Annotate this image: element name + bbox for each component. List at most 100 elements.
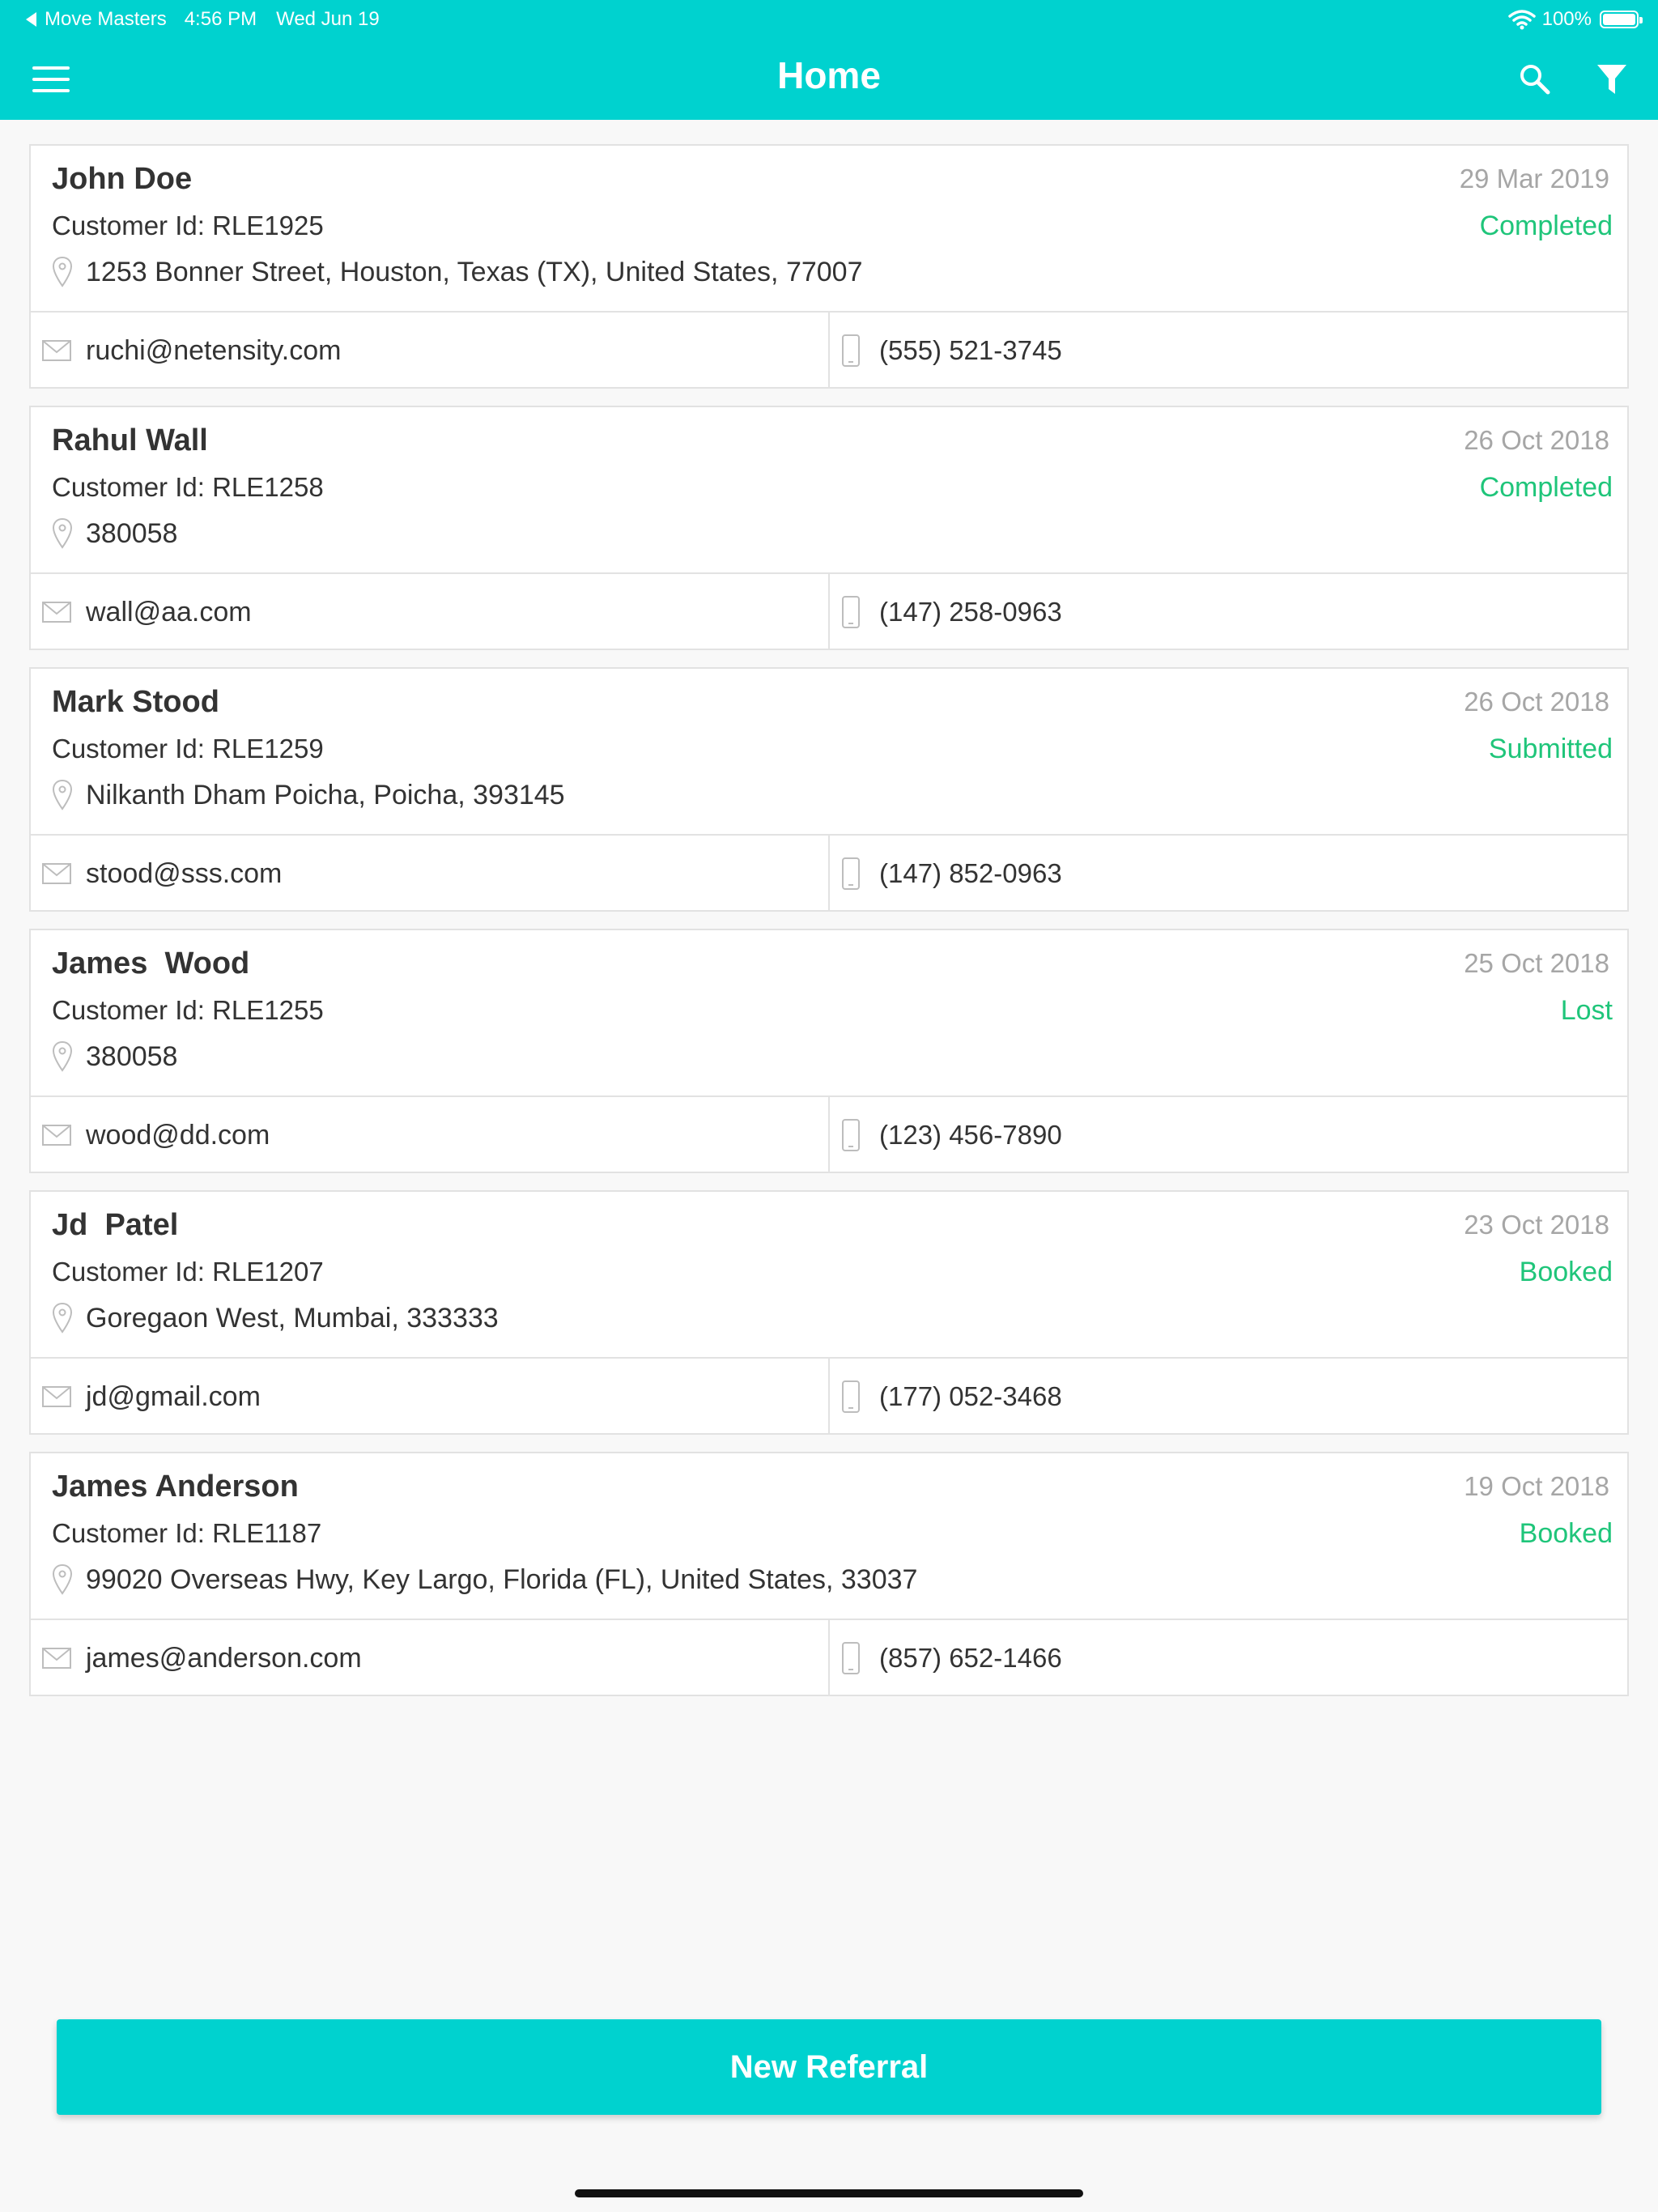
email-text[interactable]: stood@sss.com: [86, 858, 282, 890]
nav-bar: Home: [0, 39, 1658, 120]
status-label: Booked: [1519, 1257, 1613, 1287]
customer-phone[interactable]: (147) 852-0963: [842, 836, 1062, 912]
phone-text[interactable]: (555) 521-3745: [879, 335, 1062, 366]
back-arrow-icon[interactable]: [26, 12, 36, 27]
customer-phone[interactable]: (123) 456-7890: [842, 1097, 1062, 1173]
email-text[interactable]: wood@dd.com: [86, 1120, 270, 1151]
customer-card[interactable]: John Doe 29 Mar 2019 Customer Id: RLE192…: [29, 144, 1629, 389]
address-text: Nilkanth Dham Poicha, Poicha, 393145: [86, 779, 565, 810]
referral-date: 26 Oct 2018: [1464, 687, 1609, 717]
filter-icon[interactable]: [1595, 62, 1629, 97]
customer-id: Customer Id: RLE1925: [52, 211, 324, 240]
customer-email[interactable]: ruchi@netensity.com: [42, 313, 341, 389]
email-text[interactable]: wall@aa.com: [86, 597, 252, 628]
mail-icon: [42, 1386, 71, 1407]
customer-address: Goregaon West, Mumbai, 333333: [52, 1302, 499, 1334]
contact-divider: [828, 1620, 830, 1696]
phone-icon: [842, 1380, 860, 1413]
customer-email[interactable]: james@anderson.com: [42, 1620, 362, 1696]
status-time: 4:56 PM: [184, 8, 257, 30]
status-bar: Move Masters 4:56 PM Wed Jun 19 100%: [0, 0, 1658, 39]
customer-address: Nilkanth Dham Poicha, Poicha, 393145: [52, 779, 565, 811]
phone-icon: [842, 334, 860, 367]
phone-text[interactable]: (857) 652-1466: [879, 1643, 1062, 1674]
card-details: Mark Stood 26 Oct 2018 Customer Id: RLE1…: [31, 669, 1627, 836]
phone-icon: [842, 1642, 860, 1674]
customer-email[interactable]: wood@dd.com: [42, 1097, 270, 1173]
card-contact: ruchi@netensity.com (555) 521-3745: [31, 313, 1627, 389]
customer-id: Customer Id: RLE1259: [52, 734, 324, 764]
status-date: Wed Jun 19: [276, 8, 380, 30]
status-label: Completed: [1479, 472, 1613, 503]
customer-card[interactable]: James Anderson 19 Oct 2018 Customer Id: …: [29, 1452, 1629, 1696]
customer-card[interactable]: Jd Patel 23 Oct 2018 Customer Id: RLE120…: [29, 1190, 1629, 1435]
card-contact: wall@aa.com (147) 258-0963: [31, 574, 1627, 650]
contact-divider: [828, 1097, 830, 1173]
referral-date: 29 Mar 2019: [1459, 164, 1609, 194]
address-text: 99020 Overseas Hwy, Key Largo, Florida (…: [86, 1563, 918, 1595]
address-text: 380058: [86, 517, 178, 549]
customer-address: 380058: [52, 1040, 177, 1073]
email-text[interactable]: jd@gmail.com: [86, 1381, 261, 1413]
customer-address: 99020 Overseas Hwy, Key Largo, Florida (…: [52, 1563, 917, 1596]
search-icon[interactable]: [1517, 62, 1553, 97]
customer-email[interactable]: stood@sss.com: [42, 836, 282, 912]
address-text: 1253 Bonner Street, Houston, Texas (TX),…: [86, 256, 863, 287]
back-app-label[interactable]: Move Masters: [45, 0, 167, 39]
location-pin-icon: [52, 256, 73, 287]
location-pin-icon: [52, 517, 73, 549]
customer-phone[interactable]: (555) 521-3745: [842, 313, 1062, 389]
customer-name: James Wood: [52, 946, 250, 981]
mail-icon: [42, 602, 71, 623]
phone-text[interactable]: (147) 258-0963: [879, 597, 1062, 627]
customer-id: Customer Id: RLE1255: [52, 995, 324, 1025]
phone-text[interactable]: (123) 456-7890: [879, 1120, 1062, 1151]
contact-divider: [828, 574, 830, 650]
customer-card[interactable]: Mark Stood 26 Oct 2018 Customer Id: RLE1…: [29, 667, 1629, 912]
address-text: 380058: [86, 1040, 178, 1072]
mail-icon: [42, 1648, 71, 1669]
customer-phone[interactable]: (857) 652-1466: [842, 1620, 1062, 1696]
card-details: Rahul Wall 26 Oct 2018 Customer Id: RLE1…: [31, 407, 1627, 574]
contact-divider: [828, 313, 830, 389]
phone-text[interactable]: (177) 052-3468: [879, 1381, 1062, 1412]
email-text[interactable]: james@anderson.com: [86, 1643, 362, 1674]
customer-email[interactable]: wall@aa.com: [42, 574, 252, 650]
customer-name: Rahul Wall: [52, 423, 208, 457]
customer-phone[interactable]: (177) 052-3468: [842, 1359, 1062, 1435]
contact-divider: [828, 1359, 830, 1435]
customer-email[interactable]: jd@gmail.com: [42, 1359, 261, 1435]
card-details: John Doe 29 Mar 2019 Customer Id: RLE192…: [31, 146, 1627, 313]
card-contact: stood@sss.com (147) 852-0963: [31, 836, 1627, 912]
customer-id: Customer Id: RLE1258: [52, 472, 324, 502]
customer-name: John Doe: [52, 162, 193, 196]
email-text[interactable]: ruchi@netensity.com: [86, 335, 341, 367]
card-details: James Anderson 19 Oct 2018 Customer Id: …: [31, 1453, 1627, 1620]
status-bar-left: Move Masters 4:56 PM Wed Jun 19: [26, 0, 380, 39]
customer-card[interactable]: Rahul Wall 26 Oct 2018 Customer Id: RLE1…: [29, 406, 1629, 650]
wifi-icon: [1507, 10, 1536, 30]
status-label: Completed: [1479, 211, 1613, 241]
location-pin-icon: [52, 1040, 73, 1072]
phone-text[interactable]: (147) 852-0963: [879, 858, 1062, 889]
mail-icon: [42, 863, 71, 884]
customer-card[interactable]: James Wood 25 Oct 2018 Customer Id: RLE1…: [29, 929, 1629, 1173]
address-text: Goregaon West, Mumbai, 333333: [86, 1302, 499, 1334]
card-contact: jd@gmail.com (177) 052-3468: [31, 1359, 1627, 1435]
referral-date: 23 Oct 2018: [1464, 1210, 1609, 1240]
customer-phone[interactable]: (147) 258-0963: [842, 574, 1062, 650]
referral-date: 19 Oct 2018: [1464, 1471, 1609, 1501]
contact-divider: [828, 836, 830, 912]
app-header: Move Masters 4:56 PM Wed Jun 19 100% Hom…: [0, 0, 1658, 120]
new-referral-button[interactable]: New Referral: [57, 2019, 1601, 2115]
home-indicator: [575, 2189, 1083, 2197]
location-pin-icon: [52, 779, 73, 810]
status-label: Booked: [1519, 1518, 1613, 1549]
referral-date: 26 Oct 2018: [1464, 425, 1609, 455]
location-pin-icon: [52, 1563, 73, 1595]
mail-icon: [42, 1125, 71, 1146]
customer-address: 380058: [52, 517, 177, 550]
customer-name: James Anderson: [52, 1470, 299, 1504]
mail-icon: [42, 340, 71, 361]
card-details: Jd Patel 23 Oct 2018 Customer Id: RLE120…: [31, 1192, 1627, 1359]
